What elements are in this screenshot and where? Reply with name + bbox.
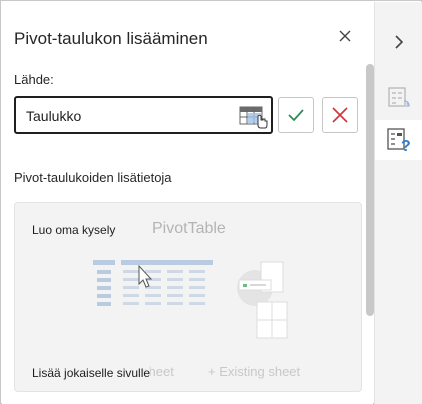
section-label: Pivot-taulukoiden lisätietoja: [14, 170, 172, 185]
close-icon: [339, 30, 351, 42]
close-button[interactable]: [332, 24, 358, 48]
pane-scrollbar[interactable]: [366, 64, 374, 316]
cancel-button[interactable]: [322, 97, 358, 133]
collapse-button[interactable]: [375, 22, 422, 62]
svg-text:?: ?: [401, 138, 411, 154]
pivottable-label: PivotTable: [152, 220, 226, 237]
add-to-each-page-label: Lisää jokaiselle sivulle: [32, 366, 151, 380]
create-query-label: Luo oma kysely: [32, 223, 116, 237]
task-pane-window: Pivot-taulukon lisääminen Lähde: Taulukk…: [0, 0, 422, 404]
source-label: Lähde:: [14, 72, 54, 87]
checkmark-icon: [288, 109, 304, 122]
pivot-illustration: [93, 260, 288, 339]
chevron-right-icon: [395, 35, 404, 49]
pane-title: Pivot-taulukon lisääminen: [14, 29, 208, 48]
pivot-help-button[interactable]: ?: [375, 120, 422, 160]
pivot-info-card[interactable]: Luo oma kysely PivotTable sheet + Existi…: [14, 202, 362, 392]
existing-sheet-ghost-label: + Existing sheet: [208, 364, 301, 379]
pivot-help-icon: ?: [387, 128, 411, 154]
pivot-fields-button[interactable]: [375, 78, 422, 118]
pivot-pane: Pivot-taulukon lisääminen Lähde: Taulukk…: [2, 2, 374, 404]
ok-button[interactable]: [278, 97, 314, 133]
table-select-icon[interactable]: [239, 105, 269, 129]
source-input[interactable]: Taulukko: [14, 96, 273, 134]
pivot-fields-icon: [388, 87, 410, 107]
x-icon: [332, 107, 348, 123]
source-value: Taulukko: [26, 108, 82, 124]
side-rail: ?: [374, 2, 422, 404]
